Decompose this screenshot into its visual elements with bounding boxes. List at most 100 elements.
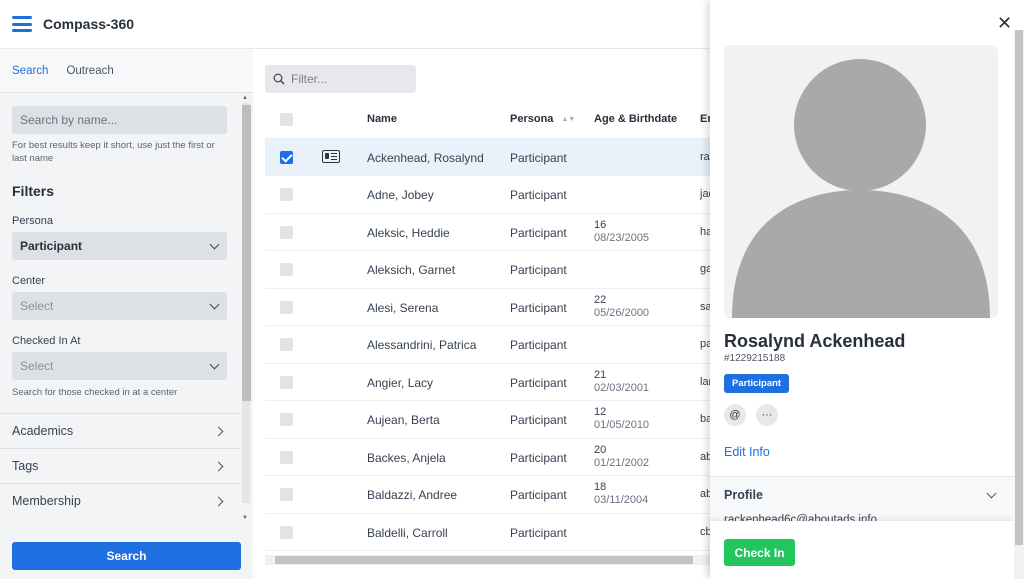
- row-name[interactable]: Alessandrini, Patrica: [367, 338, 476, 352]
- row-email: jac: [700, 188, 710, 200]
- row-name[interactable]: Angier, Lacy: [367, 376, 433, 390]
- table-body: Ackenhead, Rosalynd Participant rac Adne, J…: [265, 138, 710, 551]
- row-checkbox[interactable]: [280, 263, 293, 276]
- person-placeholder-icon: [732, 59, 990, 318]
- sidebar-tabs: Search Outreach: [0, 49, 253, 93]
- chevron-down-icon[interactable]: [986, 488, 997, 499]
- email-button[interactable]: @: [724, 404, 746, 426]
- results-table: Name Persona ▲▼ Age & Birthdate Em Acken…: [265, 101, 710, 551]
- chevron-down-icon: [209, 239, 220, 249]
- table-row[interactable]: Adne, Jobey Participant jac: [265, 176, 710, 214]
- tab-search[interactable]: Search: [12, 65, 48, 77]
- row-checkbox[interactable]: [280, 338, 293, 351]
- profile-section[interactable]: Profile rackenhead6c@aboutads.info: [710, 476, 1014, 526]
- table-row[interactable]: Alesi, Serena Participant 2205/26/2000 sal: [265, 289, 710, 326]
- row-persona: Participant: [510, 525, 567, 540]
- row-checkbox[interactable]: [280, 225, 293, 239]
- row-name[interactable]: Aujean, Berta: [367, 413, 440, 427]
- more-options-button[interactable]: ···: [756, 404, 778, 426]
- row-name[interactable]: Aleksic, Heddie: [367, 226, 450, 240]
- row-checkbox[interactable]: [280, 525, 293, 539]
- row-checkbox[interactable]: [280, 450, 293, 464]
- table-row[interactable]: Backes, Anjela Participant 20 01/21/2002 ab: [265, 439, 710, 476]
- row-email: ab: [700, 488, 710, 500]
- row-name[interactable]: Adne, Jobey: [367, 188, 434, 202]
- center-select[interactable]: Select: [12, 292, 227, 320]
- table-row[interactable]: Aleksich, Garnet Participant ga: [265, 251, 710, 289]
- table-row[interactable]: Angier, Lacy Participant 2102/03/2001 lar: [265, 364, 710, 401]
- check-in-button[interactable]: Check In: [724, 539, 795, 566]
- row-persona: Participant: [510, 300, 567, 315]
- section-membership[interactable]: Membership: [0, 483, 240, 518]
- row-birthdate: 08/23/2005: [594, 231, 650, 244]
- chevron-right-icon: [213, 461, 224, 471]
- tab-outreach[interactable]: Outreach: [66, 65, 113, 77]
- table-row[interactable]: Alessandrini, Patrica Participant pa: [265, 326, 710, 364]
- row-checkbox[interactable]: [280, 150, 293, 164]
- persona-select-value: Participant: [20, 239, 83, 253]
- detail-footer: Check In: [710, 521, 1014, 579]
- section-academics[interactable]: Academics: [0, 413, 240, 448]
- scrollbar-thumb[interactable]: [275, 556, 693, 564]
- row-name[interactable]: Backes, Anjela: [367, 451, 446, 465]
- app-header: Compass-360: [0, 0, 710, 49]
- row-checkbox[interactable]: [280, 188, 293, 201]
- row-checkbox[interactable]: [280, 375, 293, 389]
- section-membership-label: Membership: [12, 494, 81, 508]
- person-id: #1229215188: [724, 353, 786, 364]
- row-persona: Participant: [510, 488, 567, 502]
- avatar: [724, 45, 998, 318]
- row-email: pa: [700, 338, 710, 350]
- menu-icon[interactable]: [12, 16, 32, 32]
- row-checkbox[interactable]: [280, 413, 293, 426]
- column-header-name[interactable]: Name: [367, 113, 397, 125]
- persona-select[interactable]: Participant: [12, 232, 227, 260]
- table-row[interactable]: Aujean, Berta Participant 12 01/05/2010 ba: [265, 401, 710, 439]
- scroll-up-arrow-icon[interactable]: ▲: [242, 95, 248, 101]
- search-by-name-input[interactable]: [12, 106, 227, 134]
- table-filter-input[interactable]: [291, 72, 401, 86]
- row-email: ha: [700, 225, 710, 238]
- table-filter[interactable]: [265, 65, 416, 93]
- sort-icon: ▲▼: [561, 116, 576, 123]
- table-row[interactable]: Baldelli, Carroll Participant cb: [265, 514, 710, 551]
- section-tags[interactable]: Tags: [0, 448, 240, 483]
- edit-info-link[interactable]: Edit Info: [724, 445, 770, 459]
- sidebar-scrollbar[interactable]: ▲ ▼: [241, 93, 251, 523]
- scroll-down-arrow-icon[interactable]: ▼: [242, 515, 248, 521]
- select-all-checkbox[interactable]: [280, 113, 293, 126]
- row-persona: Participant: [510, 450, 567, 465]
- table-row[interactable]: Ackenhead, Rosalynd Participant rac: [265, 138, 710, 176]
- section-tags-label: Tags: [12, 459, 39, 473]
- row-age: 22: [594, 293, 607, 306]
- row-name[interactable]: Aleksich, Garnet: [367, 263, 455, 277]
- chevron-down-icon: [209, 359, 220, 369]
- row-email: lar: [700, 375, 710, 388]
- scrollbar-thumb[interactable]: [1015, 30, 1023, 545]
- table-row[interactable]: Aleksic, Heddie Participant 16 08/23/2005 ha: [265, 214, 710, 251]
- checked-in-select[interactable]: Select: [12, 352, 227, 380]
- column-header-email[interactable]: Em: [700, 113, 710, 125]
- row-checkbox[interactable]: [280, 488, 293, 501]
- row-name[interactable]: Alesi, Serena: [367, 301, 438, 315]
- table-row[interactable]: Baldazzi, Andree Participant 18 03/11/2004 a…: [265, 476, 710, 514]
- app-title: Compass-360: [43, 16, 135, 32]
- row-birthdate: 03/11/2004: [594, 494, 649, 506]
- center-select-value: Select: [20, 299, 54, 313]
- column-header-persona[interactable]: Persona ▲▼: [510, 113, 575, 125]
- search-icon: [273, 73, 285, 85]
- chevron-down-icon: [209, 299, 220, 309]
- row-name[interactable]: Ackenhead, Rosalynd: [367, 151, 484, 165]
- close-icon[interactable]: ✕: [997, 13, 1012, 34]
- detail-scrollbar[interactable]: [1014, 30, 1024, 579]
- row-name[interactable]: Baldelli, Carroll: [367, 526, 448, 540]
- row-checkbox[interactable]: [280, 300, 293, 314]
- table-horizontal-scrollbar[interactable]: [265, 555, 710, 565]
- scrollbar-thumb[interactable]: [242, 105, 251, 401]
- row-age: 21: [594, 368, 607, 381]
- center-label: Center: [12, 275, 46, 287]
- row-age-birthdate: 22 05/26/2000: [594, 294, 649, 320]
- row-name[interactable]: Baldazzi, Andree: [367, 488, 457, 502]
- column-header-age[interactable]: Age & Birthdate: [594, 113, 677, 125]
- search-button[interactable]: Search: [12, 542, 241, 570]
